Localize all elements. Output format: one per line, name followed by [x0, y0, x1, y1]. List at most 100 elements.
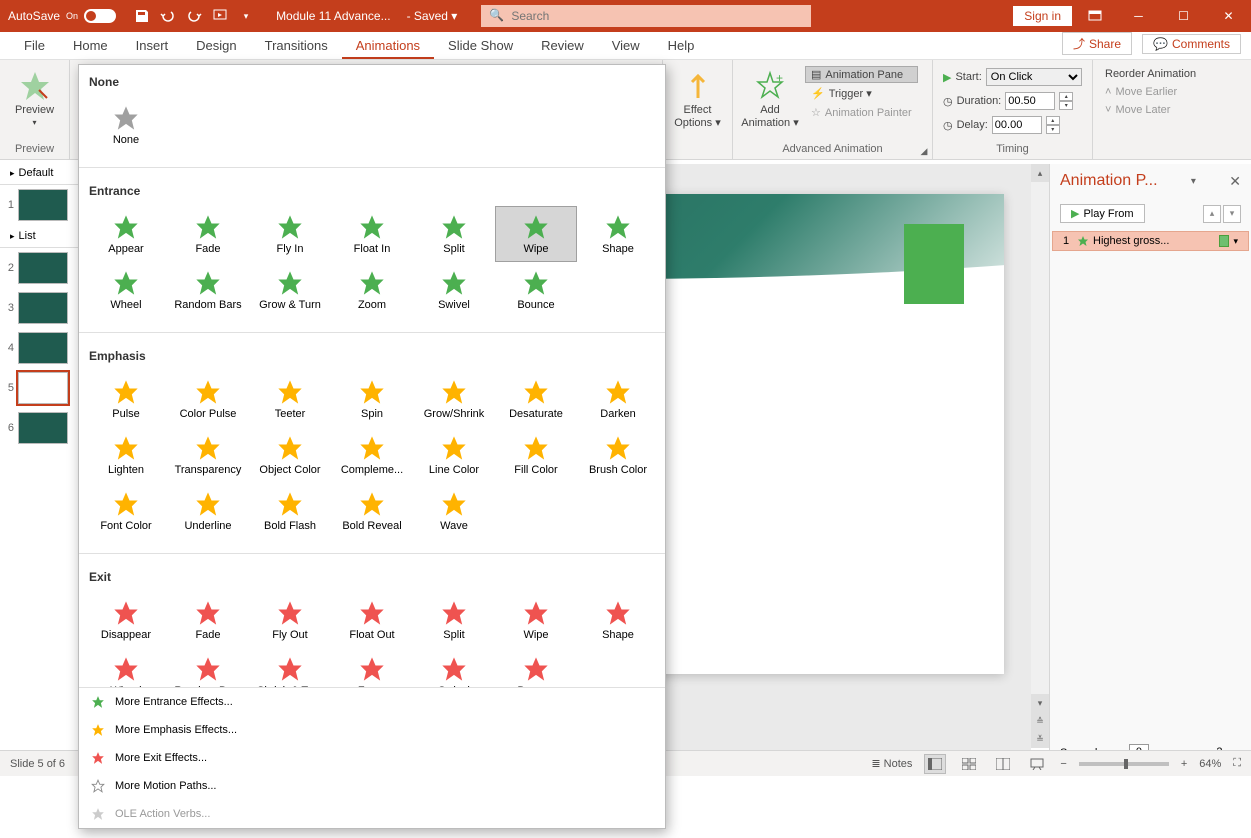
maximize-button[interactable]: ☐ — [1161, 0, 1206, 32]
anim-disappear[interactable]: Disappear — [85, 592, 167, 648]
effect-options-button[interactable]: Effect Options ▾ — [669, 66, 726, 133]
normal-view-button[interactable] — [924, 754, 946, 774]
redo-icon[interactable] — [186, 8, 202, 24]
autosave-toggle[interactable] — [84, 9, 116, 23]
tab-transitions[interactable]: Transitions — [251, 33, 342, 59]
zoom-in-button[interactable]: + — [1181, 758, 1187, 770]
delay-input[interactable] — [992, 116, 1042, 134]
anim-shrink-tu-[interactable]: Shrink & Tu... — [249, 648, 331, 687]
anim-float-out[interactable]: Float Out — [331, 592, 413, 648]
tab-review[interactable]: Review — [527, 33, 598, 59]
slideshow-view-button[interactable] — [1026, 754, 1048, 774]
anim-spin[interactable]: Spin — [331, 371, 413, 427]
anim-fly-in[interactable]: Fly In — [249, 206, 331, 262]
anim-random-bars[interactable]: Random Bars — [167, 648, 249, 687]
scroll-up-icon[interactable]: ▴ — [1031, 164, 1049, 182]
tab-help[interactable]: Help — [654, 33, 709, 59]
anim-bold-reveal[interactable]: Bold Reveal — [331, 483, 413, 539]
close-button[interactable]: ✕ — [1206, 0, 1251, 32]
close-pane-icon[interactable]: ✕ — [1229, 173, 1241, 190]
anim-split[interactable]: Split — [413, 592, 495, 648]
slide-thumb-4[interactable] — [18, 332, 68, 364]
anim-shape[interactable]: Shape — [577, 206, 659, 262]
slide-thumb-1[interactable] — [18, 189, 68, 221]
anim-wipe[interactable]: Wipe — [495, 592, 577, 648]
slide-thumb-5[interactable] — [18, 372, 68, 404]
anim-bounce[interactable]: Bounce — [495, 648, 577, 687]
more-motion-link[interactable]: More Motion Paths... — [79, 772, 665, 800]
undo-icon[interactable] — [160, 8, 176, 24]
animation-pane-toggle[interactable]: ▤Animation Pane — [805, 66, 918, 83]
slide-thumb-3[interactable] — [18, 292, 68, 324]
anim-appear[interactable]: Appear — [85, 206, 167, 262]
anim-desaturate[interactable]: Desaturate — [495, 371, 577, 427]
fit-to-window-button[interactable]: ⛶ — [1233, 757, 1241, 770]
anim-pulse[interactable]: Pulse — [85, 371, 167, 427]
slide-thumb-2[interactable] — [18, 252, 68, 284]
zoom-slider[interactable] — [1079, 762, 1169, 766]
trigger-button[interactable]: ⚡Trigger ▾ — [805, 85, 918, 102]
zoom-percent[interactable]: 64% — [1199, 758, 1221, 770]
anim-font-color[interactable]: Font Color — [85, 483, 167, 539]
animation-list-item[interactable]: 1 Highest gross... ▾ — [1052, 231, 1249, 251]
anim-grow-turn[interactable]: Grow & Turn — [249, 262, 331, 318]
tab-home[interactable]: Home — [59, 33, 122, 59]
anim-wipe[interactable]: Wipe — [495, 206, 577, 262]
ribbon-display-options-icon[interactable] — [1078, 4, 1112, 28]
anim-compleme-[interactable]: Compleme... — [331, 427, 413, 483]
gallery-scroll-area[interactable]: None None Entrance AppearFadeFly InFloat… — [79, 65, 665, 687]
tab-animations[interactable]: Animations — [342, 33, 434, 59]
anim-fly-out[interactable]: Fly Out — [249, 592, 331, 648]
vertical-scrollbar[interactable]: ▴ ▾ ≙ ≚ — [1031, 164, 1049, 748]
save-icon[interactable] — [134, 8, 150, 24]
animation-painter-button[interactable]: ☆Animation Painter — [805, 104, 918, 121]
anim-lighten[interactable]: Lighten — [85, 427, 167, 483]
comments-button[interactable]: 💬Comments — [1142, 34, 1241, 54]
prev-slide-icon[interactable]: ≙ — [1031, 712, 1049, 730]
anim-wave[interactable]: Wave — [413, 483, 495, 539]
more-emphasis-link[interactable]: More Emphasis Effects... — [79, 716, 665, 744]
document-saved-state[interactable]: - Saved ▾ — [403, 9, 462, 23]
anim-line-color[interactable]: Line Color — [413, 427, 495, 483]
anim-random-bars[interactable]: Random Bars — [167, 262, 249, 318]
reading-view-button[interactable] — [992, 754, 1014, 774]
play-from-button[interactable]: ▶Play From — [1060, 204, 1145, 223]
sign-in-button[interactable]: Sign in — [1013, 6, 1072, 26]
anim-object-color[interactable]: Object Color — [249, 427, 331, 483]
anim-bold-flash[interactable]: Bold Flash — [249, 483, 331, 539]
anim-darken[interactable]: Darken — [577, 371, 659, 427]
anim-grow-shrink[interactable]: Grow/Shrink — [413, 371, 495, 427]
anim-item-menu-icon[interactable]: ▾ — [1233, 236, 1238, 247]
slide-thumb-6[interactable] — [18, 412, 68, 444]
anim-fade[interactable]: Fade — [167, 206, 249, 262]
add-animation-button[interactable]: + Add Animation ▾ — [739, 66, 801, 133]
anim-swivel[interactable]: Swivel — [413, 648, 495, 687]
search-input[interactable] — [481, 5, 811, 27]
autosave-control[interactable]: AutoSave On — [0, 9, 124, 23]
anim-float-in[interactable]: Float In — [331, 206, 413, 262]
anim-wheel[interactable]: Wheel — [85, 262, 167, 318]
duration-input[interactable] — [1005, 92, 1055, 110]
delay-spinner[interactable]: ▴▾ — [1046, 116, 1060, 134]
start-from-beginning-icon[interactable] — [212, 8, 228, 24]
zoom-out-button[interactable]: − — [1060, 758, 1066, 770]
scroll-down-icon[interactable]: ▾ — [1031, 694, 1049, 712]
anim-none[interactable]: None — [85, 97, 167, 153]
qat-dropdown-icon[interactable]: ▾ — [238, 8, 254, 24]
anim-zoom[interactable]: Zoom — [331, 262, 413, 318]
tab-insert[interactable]: Insert — [122, 33, 183, 59]
move-later-button[interactable]: ˅Move Later — [1099, 102, 1202, 118]
outline-tab-list[interactable]: ▸List — [0, 225, 78, 248]
more-exit-link[interactable]: More Exit Effects... — [79, 744, 665, 772]
share-button[interactable]: ⤴Share — [1062, 32, 1132, 55]
anim-fade[interactable]: Fade — [167, 592, 249, 648]
start-select[interactable]: On Click — [986, 68, 1082, 86]
tab-slideshow[interactable]: Slide Show — [434, 33, 527, 59]
move-up-button[interactable]: ▴ — [1203, 205, 1221, 223]
anim-swivel[interactable]: Swivel — [413, 262, 495, 318]
pane-menu-icon[interactable]: ▾ — [1191, 176, 1196, 187]
tab-view[interactable]: View — [598, 33, 654, 59]
anim-bounce[interactable]: Bounce — [495, 262, 577, 318]
anim-fill-color[interactable]: Fill Color — [495, 427, 577, 483]
slide-sorter-button[interactable] — [958, 754, 980, 774]
